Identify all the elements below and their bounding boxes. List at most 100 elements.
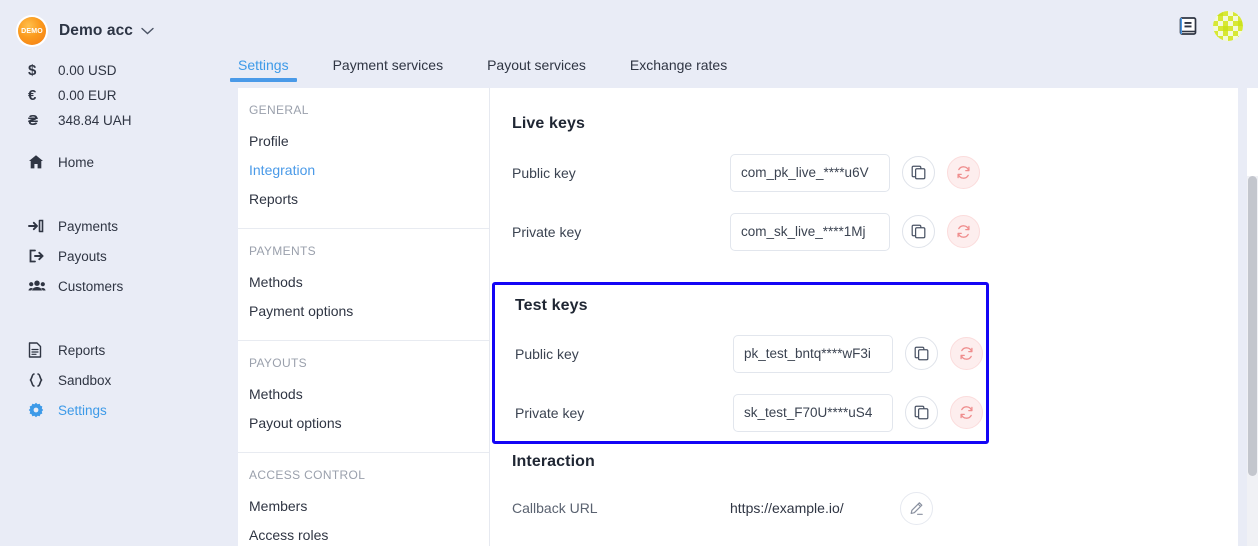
demo-badge-label: DEMO [21, 27, 43, 35]
test-keys-title: Test keys [515, 297, 588, 314]
content-area: GENERAL Profile Integration Reports PAYM… [238, 88, 1258, 546]
sidebar-item-payments[interactable]: Payments [0, 211, 238, 241]
nav-group-transactions: Payments Payouts Customers [0, 211, 238, 301]
payments-icon [28, 218, 58, 234]
nav-spacer-1 [0, 177, 238, 197]
tab-label-payout-services: Payout services [487, 57, 586, 73]
live-private-key-label: Private key [512, 223, 582, 240]
copy-icon [911, 165, 926, 180]
sidebar-item-sandbox[interactable]: Sandbox [0, 365, 238, 395]
subnav-section-general: GENERAL Profile Integration Reports [238, 88, 489, 228]
demo-badge-icon: DEMO [16, 15, 48, 47]
balance-row-uah: ₴ 348.84 UAH [28, 108, 238, 133]
nav-spacer-2 [0, 301, 238, 321]
refresh-icon [959, 346, 974, 361]
copy-live-public-key-button[interactable] [902, 156, 935, 189]
balance-row-usd: $ 0.00 USD [28, 58, 238, 83]
subnav-item-payment-methods[interactable]: Methods [249, 268, 489, 297]
regenerate-live-private-key-button[interactable] [947, 215, 980, 248]
callback-url-value: https://example.io/ [730, 500, 844, 516]
edit-callback-url-button[interactable] [900, 491, 933, 525]
test-public-key-row: Public key [515, 324, 986, 383]
tab-label-exchange-rates: Exchange rates [629, 57, 728, 73]
sidebar-item-label-settings: Settings [58, 402, 107, 418]
balance-amount-eur: 0.00 EUR [58, 88, 117, 103]
test-keys-section: Test keys Public key pk_test_bntq****wF3… [492, 282, 989, 444]
live-public-key-input[interactable] [730, 153, 890, 192]
refresh-icon [959, 405, 974, 420]
live-keys-section: Live keys Public key com_pk_live_****u6V… [512, 88, 1258, 261]
subnav-heading-access-control: ACCESS CONTROL [249, 468, 366, 482]
subnav-item-reports[interactable]: Reports [249, 185, 489, 214]
live-private-key-row: Private key [512, 202, 1258, 261]
live-keys-title: Live keys [512, 115, 585, 132]
sandbox-icon [28, 372, 58, 388]
test-private-key-row: Private key [515, 383, 986, 442]
subnav-heading-general: GENERAL [249, 103, 309, 117]
tab-exchange-rates[interactable]: Exchange rates [630, 57, 727, 82]
test-private-key-label: Private key [515, 404, 585, 421]
sidebar-item-payouts[interactable]: Payouts [0, 241, 238, 271]
primary-sidebar: DEMO Demo acc $ 0.00 USD € 0.00 EUR ₴ 34… [0, 0, 238, 546]
sidebar-item-reports[interactable]: Reports [0, 335, 238, 365]
subnav-item-profile[interactable]: Profile [249, 127, 489, 156]
subnav-heading-payouts: PAYOUTS [249, 356, 308, 370]
vertical-scrollbar[interactable] [1247, 176, 1258, 546]
tab-payment-services[interactable]: Payment services [333, 57, 443, 82]
scrollbar-thumb[interactable] [1248, 176, 1257, 476]
topbar [238, 0, 1258, 46]
callback-url-label: Callback URL [512, 500, 598, 516]
copy-icon [914, 346, 929, 361]
copy-icon [911, 224, 926, 239]
home-icon [28, 154, 58, 170]
currency-symbol-usd: $ [28, 62, 37, 79]
chevron-down-icon[interactable] [141, 27, 154, 35]
avatar[interactable] [1213, 11, 1243, 41]
tab-payout-services[interactable]: Payout services [487, 57, 586, 82]
account-name: Demo acc [59, 22, 134, 39]
copy-icon [914, 405, 929, 420]
tab-settings[interactable]: Settings [230, 57, 297, 82]
integration-panel: Live keys Public key com_pk_live_****u6V… [490, 88, 1258, 546]
copy-test-private-key-button[interactable] [905, 396, 938, 429]
live-private-key-input[interactable] [730, 212, 890, 251]
app-root: DEMO Demo acc $ 0.00 USD € 0.00 EUR ₴ 34… [0, 0, 1258, 546]
test-private-key-input[interactable] [733, 393, 893, 432]
refresh-icon [956, 224, 971, 239]
regenerate-test-public-key-button[interactable] [950, 337, 983, 370]
reports-icon [28, 342, 58, 358]
sidebar-item-home[interactable]: Home [0, 147, 238, 177]
subnav-item-access-roles[interactable]: Access roles [249, 521, 489, 546]
tab-bar: Settings Payment services Payout service… [230, 46, 1258, 82]
subnav-item-payment-options[interactable]: Payment options [249, 297, 489, 326]
regenerate-live-public-key-button[interactable] [947, 156, 980, 189]
book-icon[interactable] [1177, 15, 1199, 37]
nav-group-tools: Reports Sandbox Settings [0, 335, 238, 425]
tab-label-settings: Settings [238, 57, 289, 73]
callback-url-row: Callback URL https://example.io/ [512, 485, 933, 531]
subnav-item-integration[interactable]: Integration [249, 156, 489, 185]
currency-symbol-eur: € [28, 87, 37, 104]
refresh-icon [956, 165, 971, 180]
payouts-icon [28, 248, 58, 264]
sidebar-item-label-reports: Reports [58, 342, 106, 358]
subnav-section-access-control: ACCESS CONTROL Members Access roles [238, 452, 489, 546]
subnav-heading-payments: PAYMENTS [249, 244, 317, 258]
copy-live-private-key-button[interactable] [902, 215, 935, 248]
live-public-key-label: Public key [512, 164, 576, 181]
test-public-key-input[interactable] [733, 334, 893, 373]
nav-group-primary: Home [0, 147, 238, 177]
copy-test-public-key-button[interactable] [905, 337, 938, 370]
subnav-section-payouts: PAYOUTS Methods Payout options [238, 340, 489, 452]
sidebar-item-label-customers: Customers [58, 278, 124, 294]
customers-icon [28, 278, 58, 294]
sidebar-item-settings[interactable]: Settings [0, 395, 238, 425]
subnav-item-payout-options[interactable]: Payout options [249, 409, 489, 438]
subnav-item-members[interactable]: Members [249, 492, 489, 521]
sidebar-item-customers[interactable]: Customers [0, 271, 238, 301]
regenerate-test-private-key-button[interactable] [950, 396, 983, 429]
account-switcher[interactable]: DEMO Demo acc [0, 0, 238, 47]
tab-label-payment-services: Payment services [332, 57, 444, 73]
subnav-item-payout-methods[interactable]: Methods [249, 380, 489, 409]
panel-right-gap [1238, 88, 1247, 546]
